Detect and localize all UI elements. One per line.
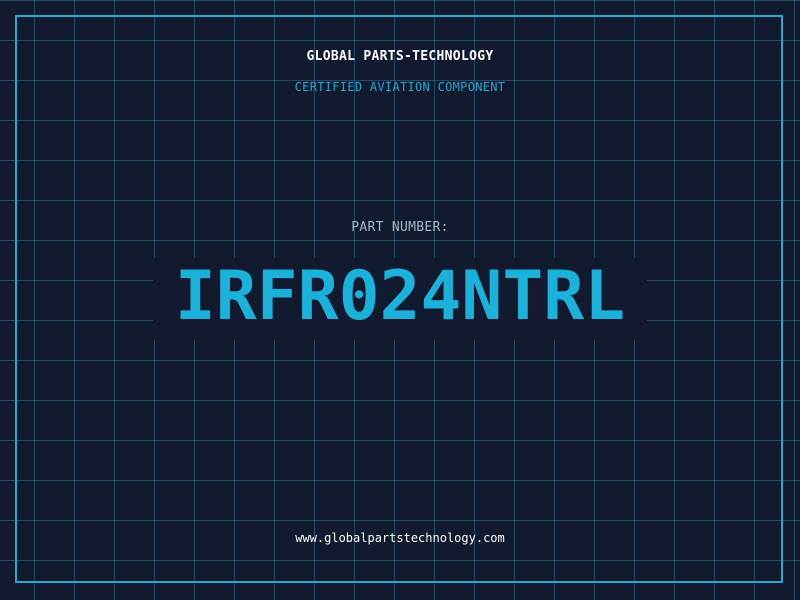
website-url: www.globalpartstechnology.com bbox=[295, 531, 505, 545]
certification-subtitle: CERTIFIED AVIATION COMPONENT bbox=[294, 80, 506, 94]
part-number-label: PART NUMBER: bbox=[351, 220, 449, 235]
company-name: GLOBAL PARTS-TECHNOLOGY bbox=[306, 49, 494, 64]
label-card: GLOBAL PARTS-TECHNOLOGY CERTIFIED AVIATI… bbox=[0, 0, 800, 600]
part-number-value: IRFR024NTRL bbox=[174, 257, 626, 336]
